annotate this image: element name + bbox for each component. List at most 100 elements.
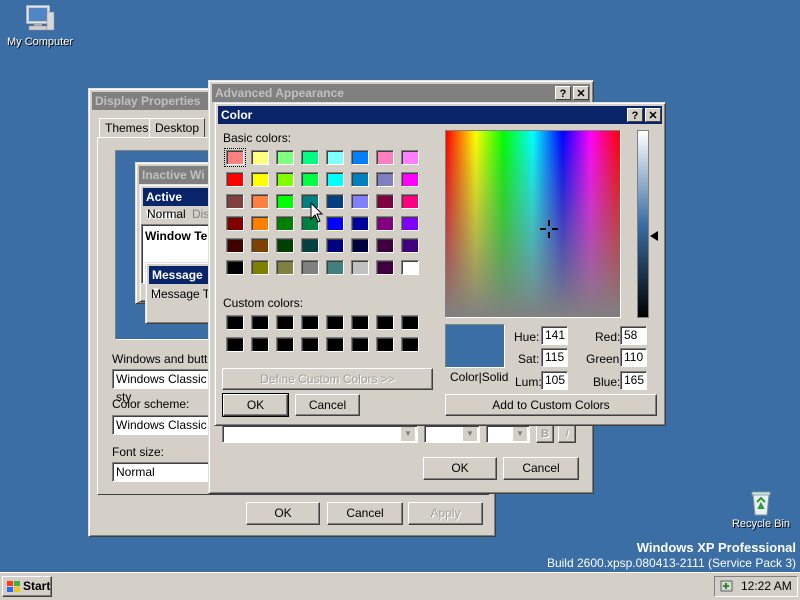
basic-color-swatch[interactable] [226,216,244,231]
basic-color-swatch[interactable] [351,216,369,231]
custom-color-swatch[interactable] [226,337,244,352]
basic-color-swatch[interactable] [251,150,269,165]
basic-color-swatch[interactable] [301,150,319,165]
color-cancel-button[interactable]: Cancel [295,394,360,416]
basic-color-swatch[interactable] [376,260,394,275]
basic-color-swatch[interactable] [376,150,394,165]
basic-color-swatch[interactable] [226,194,244,209]
advanced-font-size-select[interactable]: ▼ [424,425,480,443]
advanced-font-color-select[interactable]: ▼ [486,425,530,443]
basic-color-swatch[interactable] [376,216,394,231]
basic-color-swatch[interactable] [351,260,369,275]
basic-color-swatch[interactable] [326,260,344,275]
advanced-cancel-button[interactable]: Cancel [503,457,579,480]
basic-color-swatch[interactable] [301,238,319,253]
basic-color-swatch[interactable] [276,260,294,275]
basic-color-swatch[interactable] [326,216,344,231]
basic-color-swatch[interactable] [351,172,369,187]
color-help-button[interactable]: ? [627,108,643,122]
basic-color-swatch[interactable] [276,238,294,253]
blue-input[interactable]: 165 [620,371,647,390]
basic-color-swatch[interactable] [276,216,294,231]
color-spectrum[interactable] [445,130,621,318]
advanced-appearance-titlebar[interactable]: Advanced Appearance [212,84,590,102]
green-input[interactable]: 110 [620,348,647,367]
basic-color-swatch[interactable] [401,194,419,209]
luminance-arrow-icon[interactable] [650,231,658,241]
basic-color-swatch[interactable] [251,172,269,187]
custom-color-swatch[interactable] [376,315,394,330]
color-close-button[interactable]: ✕ [645,108,661,122]
windows-and-buttons-select[interactable]: Windows Classic sty [112,369,212,404]
custom-color-swatch[interactable] [326,315,344,330]
basic-color-swatch[interactable] [326,194,344,209]
basic-color-swatch[interactable] [251,238,269,253]
italic-toggle[interactable]: I [558,425,576,443]
define-custom-colors-button[interactable]: Define Custom Colors >> [222,368,433,390]
color-ok-button[interactable]: OK [222,393,289,417]
basic-color-swatch[interactable] [326,150,344,165]
tray-clock[interactable]: 12:22 AM [741,577,792,596]
start-button[interactable]: Start [2,576,52,597]
basic-color-swatch[interactable] [351,238,369,253]
color-solid-label[interactable]: Color|Solid [450,370,508,384]
advanced-close-button[interactable]: ✕ [573,86,589,100]
custom-color-swatch[interactable] [276,315,294,330]
basic-color-swatch[interactable] [326,238,344,253]
custom-color-swatch[interactable] [251,337,269,352]
custom-color-swatch[interactable] [301,315,319,330]
display-ok-button[interactable]: OK [246,502,320,525]
basic-color-swatch[interactable] [351,194,369,209]
tab-themes[interactable]: Themes [99,118,155,138]
custom-color-swatch[interactable] [326,337,344,352]
basic-color-swatch[interactable] [376,238,394,253]
bold-toggle[interactable]: B [536,425,554,443]
color-scheme-select[interactable]: Windows Classic [112,415,212,435]
sat-input[interactable]: 115 [541,348,568,367]
basic-color-swatch[interactable] [276,194,294,209]
basic-color-swatch[interactable] [251,194,269,209]
display-cancel-button[interactable]: Cancel [327,502,403,525]
custom-color-swatch[interactable] [301,337,319,352]
basic-color-swatch[interactable] [401,238,419,253]
recycle-bin-desktop-icon[interactable]: Recycle Bin [725,486,797,530]
basic-color-swatch[interactable] [401,216,419,231]
custom-color-swatch[interactable] [226,315,244,330]
custom-color-swatch[interactable] [401,315,419,330]
basic-color-swatch[interactable] [251,260,269,275]
custom-color-swatch[interactable] [376,337,394,352]
display-apply-button[interactable]: Apply [408,502,483,525]
basic-color-swatch[interactable] [301,172,319,187]
basic-color-swatch[interactable] [401,260,419,275]
custom-color-swatch[interactable] [276,337,294,352]
add-to-custom-colors-button[interactable]: Add to Custom Colors [445,394,657,416]
basic-color-swatch[interactable] [276,150,294,165]
hue-input[interactable]: 141 [541,326,568,345]
basic-color-swatch[interactable] [301,260,319,275]
basic-color-swatch[interactable] [251,216,269,231]
my-computer-desktop-icon[interactable]: My Computer [4,2,76,48]
advanced-ok-button[interactable]: OK [423,457,497,480]
color-dialog-titlebar[interactable]: Color [218,106,662,124]
font-size-select[interactable]: Normal [112,462,212,482]
red-input[interactable]: 58 [620,326,647,345]
lum-input[interactable]: 105 [541,371,568,390]
advanced-font-select[interactable]: ▼ [222,425,418,443]
security-center-icon[interactable] [720,579,734,593]
basic-color-swatch[interactable] [376,194,394,209]
custom-color-swatch[interactable] [251,315,269,330]
custom-color-swatch[interactable] [351,315,369,330]
basic-color-swatch[interactable] [226,172,244,187]
luminance-slider[interactable] [637,130,649,318]
basic-color-swatch[interactable] [276,172,294,187]
basic-color-swatch[interactable] [401,150,419,165]
basic-color-swatch[interactable] [351,150,369,165]
tab-desktop[interactable]: Desktop [149,118,206,138]
basic-color-swatch[interactable] [224,148,246,167]
custom-color-swatch[interactable] [351,337,369,352]
basic-color-swatch[interactable] [226,238,244,253]
basic-color-swatch[interactable] [226,260,244,275]
basic-color-swatch[interactable] [326,172,344,187]
basic-color-swatch[interactable] [376,172,394,187]
advanced-help-button[interactable]: ? [555,86,571,100]
